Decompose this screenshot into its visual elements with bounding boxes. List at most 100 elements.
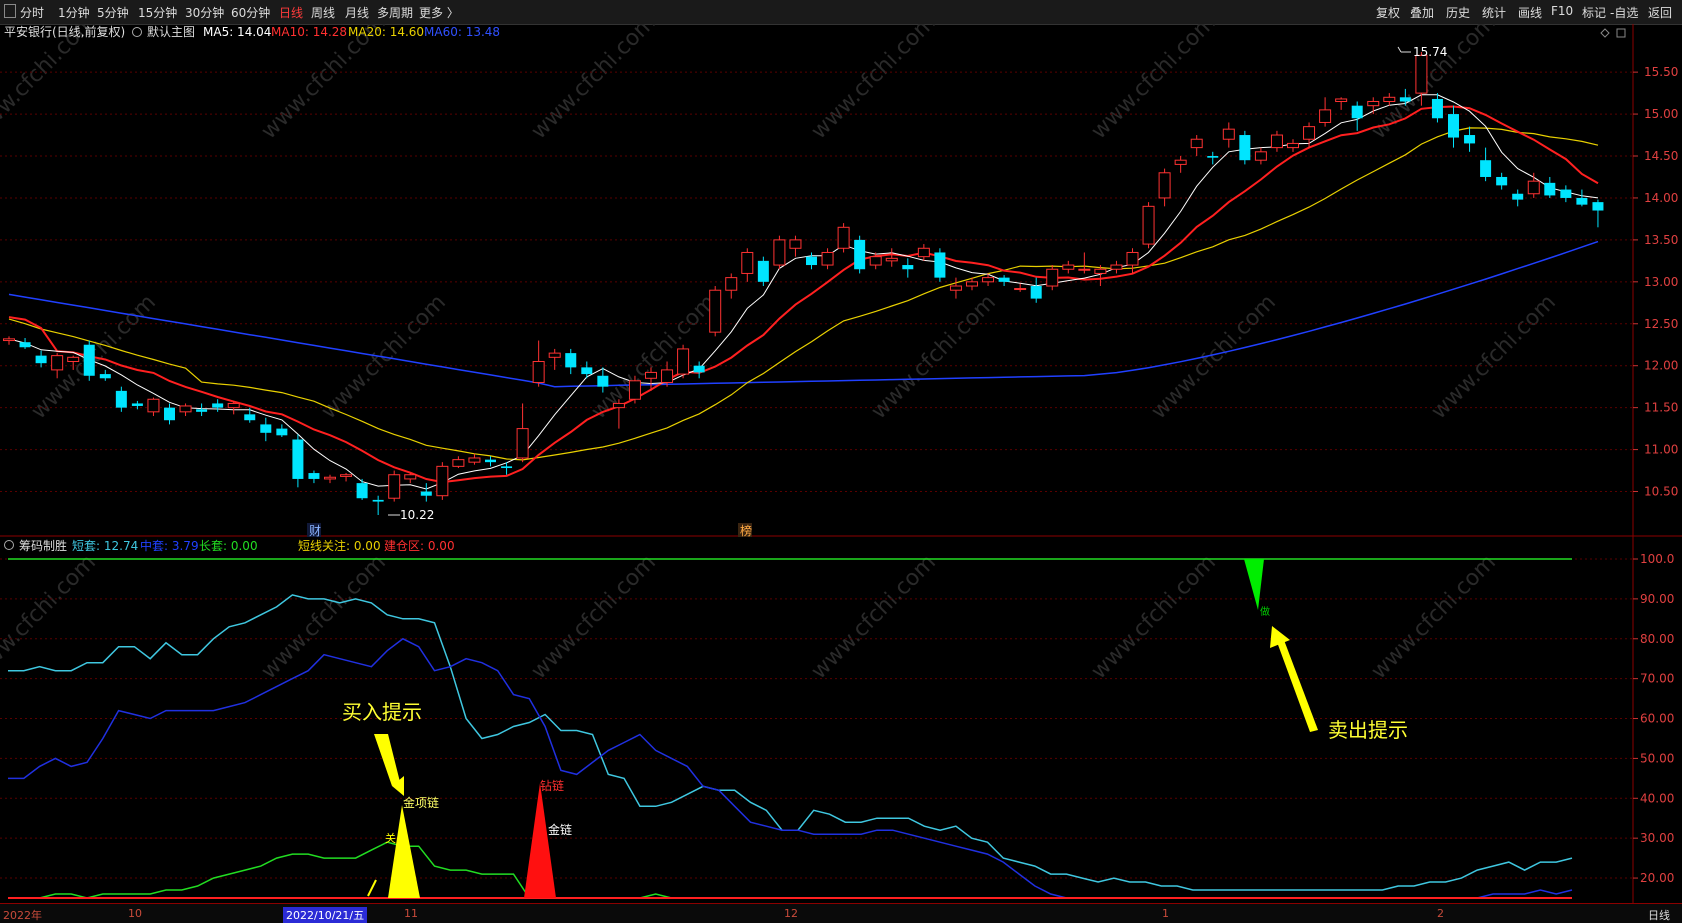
golden-necklace-label: 金项链 [403,795,439,810]
candle-body [1030,286,1042,299]
candle-body [1303,126,1316,140]
buy-hint: 买入提示 [342,700,422,724]
candle-body [837,226,850,249]
period-tab[interactable]: 月线 [345,4,369,21]
candle-body [949,285,962,291]
candle-body [1399,97,1411,102]
toolbar-button[interactable]: 统计 [1482,4,1506,21]
candle-body [420,491,432,496]
date-nov: 11 [404,907,418,920]
candle-body [1174,159,1187,165]
main-corner-icons[interactable] [1600,28,1626,38]
ma10-line [8,105,1599,484]
candle-body [292,439,304,479]
short-label: 短套: 12.74 [72,539,138,553]
period-tab[interactable]: 周线 [311,4,335,21]
indicator-name[interactable]: 默认主图 [147,24,195,39]
candle-body [356,483,368,499]
candle-body [677,348,690,375]
candle-body [1560,189,1572,198]
candle-body [340,474,353,477]
candle-body [1367,100,1380,107]
candle-body [1062,264,1075,270]
sub-tick: 20.00 [1640,871,1674,885]
chevron-down-icon [4,540,14,550]
candle-body [741,251,754,274]
period-tab[interactable]: 多周期 [377,4,413,21]
candle-body [661,369,674,383]
toolbar-button[interactable]: 返回 [1648,4,1672,21]
price-tick: 11.00 [1644,443,1678,457]
candle-body [67,356,80,363]
candle-body [1512,193,1524,200]
sub-tick: 90.00 [1640,592,1674,606]
period-label[interactable]: 日线 [1648,907,1670,923]
window-icon [1616,28,1626,38]
price-tick: 11.50 [1644,401,1678,415]
candle-body [1383,96,1396,102]
candle-body [436,465,449,497]
candle-body [885,257,898,262]
sub-tick: 40.00 [1640,791,1674,805]
period-tab[interactable]: 60分钟 [231,4,270,21]
price-tick: 13.50 [1644,233,1678,247]
candle-body [83,344,95,376]
candle-body [565,353,577,368]
watermark-text: www.cfchi.com [587,290,721,424]
toolbar-button[interactable]: -自选 [1610,4,1638,21]
candle-body [1190,138,1203,149]
candle-body [1576,197,1588,205]
period-tab[interactable]: 30分钟 [185,4,224,21]
candle-body [51,355,64,371]
candle-body [147,398,160,413]
candle-body [1335,98,1348,102]
toolbar-button[interactable]: 标记 [1582,4,1606,21]
toolbar-button[interactable]: 复权 [1376,4,1400,21]
candle-body [35,355,47,364]
candles [3,52,1604,515]
candle-body [404,474,417,480]
candle-body [1527,180,1540,195]
drill-chain-label: 钻链 [540,778,564,793]
candle-body [227,402,240,409]
period-tab[interactable]: 日线 [279,4,303,21]
candle-body [276,428,288,436]
candle-body [115,390,127,408]
candle-body [806,256,817,266]
period-tab[interactable]: 分时 [20,4,44,21]
candle-body [1126,251,1139,266]
watermark-text: www.cfchi.com [1087,24,1221,144]
candle-body [725,277,738,291]
toolbar-button[interactable]: F10 [1551,4,1573,18]
watermark-text: www.cfchi.com [1087,550,1221,684]
candle-body [628,380,641,400]
period-tab[interactable]: 5分钟 [97,4,129,21]
sell-hint: 卖出提示 [1328,718,1408,742]
candle-body [1158,172,1171,199]
price-tick: 10.50 [1644,485,1678,499]
date-year: 2022年 [3,909,42,922]
candle-body [1254,151,1267,161]
sub-indicator-name: 筹码制胜 [19,538,67,553]
period-tab[interactable]: 1分钟 [58,4,90,21]
sub-tick: 30.00 [1640,831,1674,845]
period-tab[interactable]: 更多 〉 [419,4,459,21]
candle-body [501,466,513,469]
period-tab[interactable]: 15分钟 [138,4,177,21]
toolbar-button[interactable]: 历史 [1446,4,1470,21]
sub-tick: 50.00 [1640,751,1674,765]
date-jan: 1 [1162,907,1169,920]
watermark-text: www.cfchi.com [867,290,1001,424]
toolbar-button[interactable]: 叠加 [1410,4,1434,21]
candle-body [308,473,320,479]
collapse-icon[interactable] [4,4,16,18]
price-tick: 14.00 [1644,191,1678,205]
candle-body [1270,134,1283,149]
toolbar-button[interactable]: 画线 [1518,4,1542,21]
price-tick: 13.00 [1644,275,1678,289]
candle-body [532,361,545,383]
watermark-text: www.cfchi.com [1367,24,1501,144]
candle-body [1592,202,1604,211]
candle-body [789,239,802,249]
candle-body [982,277,995,283]
